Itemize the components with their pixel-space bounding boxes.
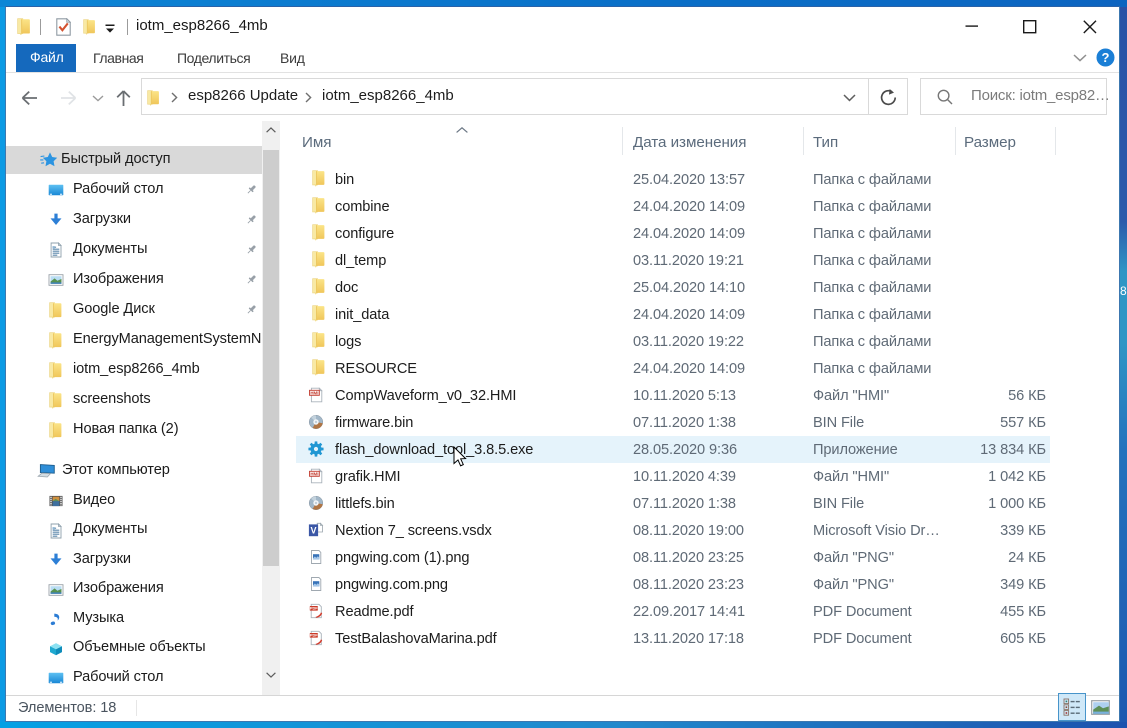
svg-text:?: ?: [1102, 50, 1110, 65]
